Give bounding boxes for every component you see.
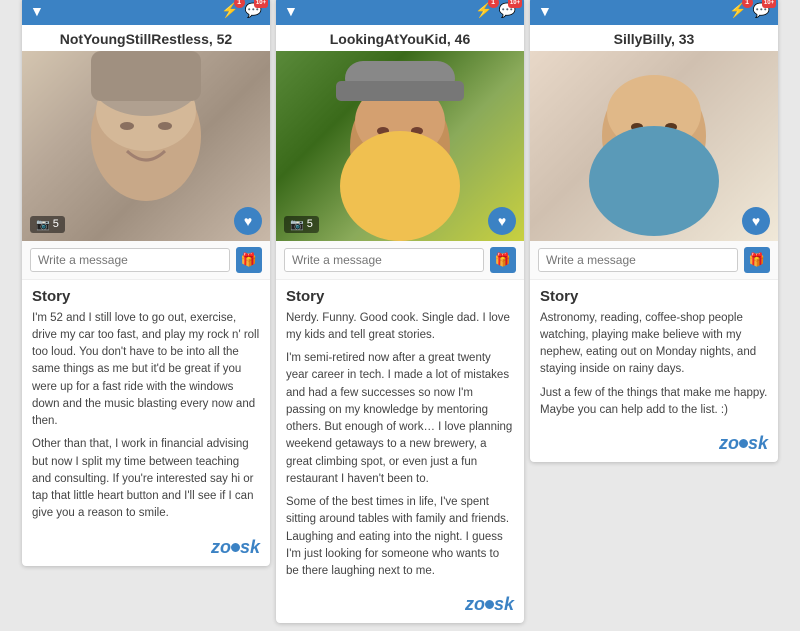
story-text: Nerdy. Funny. Good cook. Single dad. I l…	[286, 310, 514, 581]
story-text: I'm 52 and I still love to go out, exerc…	[32, 310, 260, 523]
card-header: ▼ ⚡ 1 💬 10+	[276, 0, 524, 25]
profile-card-3: ▼ ⚡ 1 💬 10+ SillyBilly, 33 ♥ 🎁 Story Astr…	[530, 0, 778, 462]
gift-button[interactable]: 🎁	[490, 247, 516, 273]
message-count: 10+	[254, 0, 268, 8]
filter-icon[interactable]: ▼	[284, 3, 298, 19]
message-badge-group: 💬 10+	[499, 2, 516, 19]
notification-badge-group: ⚡ 1	[729, 2, 746, 19]
profile-photo: 📷5 ♥	[276, 51, 524, 241]
story-section: Story I'm 52 and I still love to go out, …	[22, 280, 270, 531]
message-input[interactable]	[538, 248, 738, 272]
gift-button[interactable]: 🎁	[744, 247, 770, 273]
message-input[interactable]	[30, 248, 230, 272]
profile-card-2: ▼ ⚡ 1 💬 10+ LookingAtYouKid, 46 📷5 ♥ 🎁 St…	[276, 0, 524, 623]
story-text: Astronomy, reading, coffee-shop people w…	[540, 310, 768, 420]
message-row: 🎁	[22, 241, 270, 280]
photo-count: 📷5	[30, 216, 65, 233]
notification-badge-group: ⚡ 1	[475, 2, 492, 19]
filter-icon[interactable]: ▼	[538, 3, 552, 19]
message-badge-group: 💬 10+	[245, 2, 262, 19]
card-header: ▼ ⚡ 1 💬 10+	[530, 0, 778, 25]
card-header: ▼ ⚡ 1 💬 10+	[22, 0, 270, 25]
heart-button[interactable]: ♥	[742, 207, 770, 235]
story-section: Story Nerdy. Funny. Good cook. Single dad…	[276, 280, 524, 589]
gift-button[interactable]: 🎁	[236, 247, 262, 273]
zoosk-logo: zosk	[530, 427, 778, 462]
heart-button[interactable]: ♥	[488, 207, 516, 235]
message-input[interactable]	[284, 248, 484, 272]
filter-icon[interactable]: ▼	[30, 3, 44, 19]
story-title: Story	[286, 288, 514, 305]
message-count: 10+	[762, 0, 776, 8]
profile-photo: ♥	[530, 51, 778, 241]
message-row: 🎁	[276, 241, 524, 280]
heart-button[interactable]: ♥	[234, 207, 262, 235]
zoosk-logo: zosk	[276, 588, 524, 623]
profile-card-1: ▼ ⚡ 1 💬 10+ NotYoungStillRestless, 52 📷5…	[22, 0, 270, 566]
message-row: 🎁	[530, 241, 778, 280]
message-count: 10+	[508, 0, 522, 8]
profile-photo: 📷5 ♥	[22, 51, 270, 241]
photo-count: 📷5	[284, 216, 319, 233]
story-section: Story Astronomy, reading, coffee-shop peo…	[530, 280, 778, 428]
story-title: Story	[32, 288, 260, 305]
message-badge-group: 💬 10+	[753, 2, 770, 19]
story-title: Story	[540, 288, 768, 305]
cards-container: ▼ ⚡ 1 💬 10+ NotYoungStillRestless, 52 📷5…	[14, 0, 786, 631]
zoosk-logo: zosk	[22, 531, 270, 566]
profile-name: SillyBilly, 33	[530, 25, 778, 51]
profile-name: NotYoungStillRestless, 52	[22, 25, 270, 51]
notification-badge-group: ⚡ 1	[221, 2, 238, 19]
profile-name: LookingAtYouKid, 46	[276, 25, 524, 51]
